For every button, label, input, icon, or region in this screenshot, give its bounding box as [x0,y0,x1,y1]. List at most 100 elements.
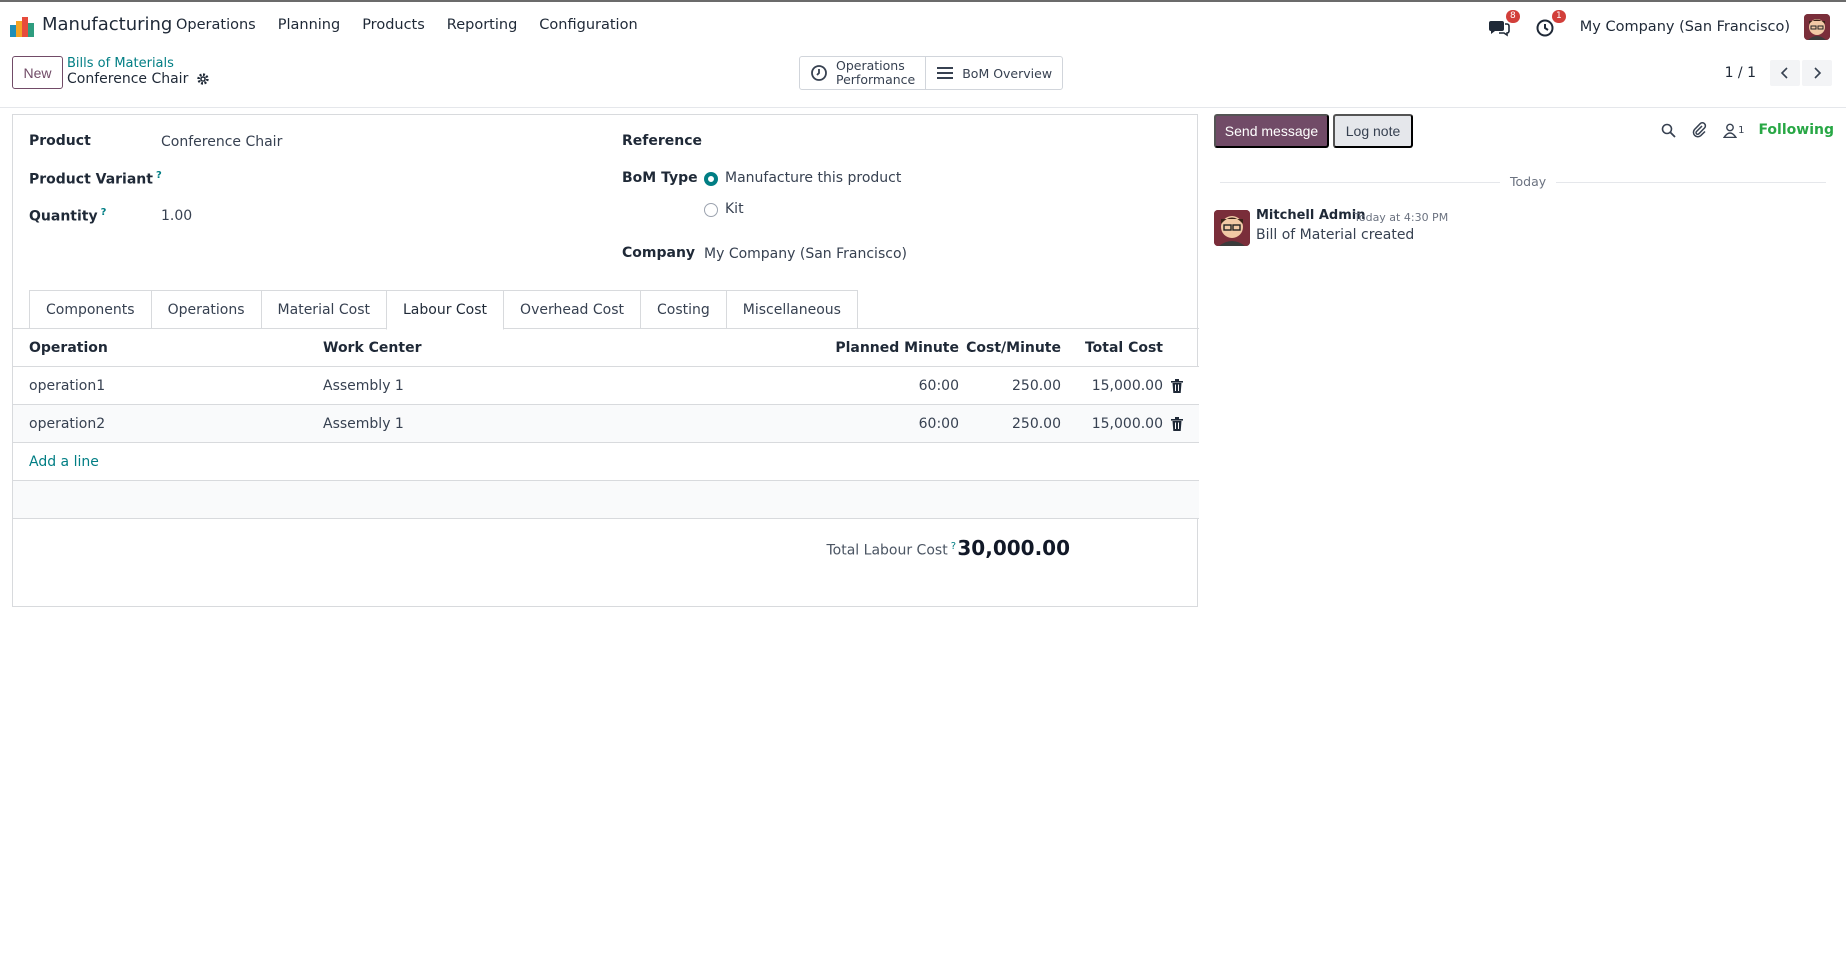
log-note-button[interactable]: Log note [1333,114,1413,148]
pager-next-button[interactable] [1802,60,1832,86]
cell-planned-minute: 60:00 [918,378,959,394]
chevron-left-icon [1780,67,1788,79]
notebook-tabs: Components Operations Material Cost Labo… [29,290,858,330]
date-label: Today [1500,174,1557,189]
add-line-row: Add a line [13,443,1199,481]
smart-bom-label: BoM Overview [962,65,1053,81]
col-operation[interactable]: Operation [29,340,108,356]
message-body: Bill of Material created [1256,227,1415,243]
menu-configuration[interactable]: Configuration [539,17,637,33]
user-icon [1723,123,1738,138]
messages-button[interactable]: 8 [1488,10,1520,38]
total-help-icon[interactable]: ? [951,541,956,552]
col-planned-minute[interactable]: Planned Minute [835,340,959,356]
company-field[interactable]: My Company (San Francisco) [704,246,907,262]
product-label: Product [29,133,91,149]
message-time: Today at 4:30 PM [1354,211,1449,224]
bom-type-kit-label[interactable]: Kit [725,201,744,217]
chatter-panel: Send message Log note 1 Following Today [1212,114,1834,614]
total-labour-cost-value: 30,000.00 [957,536,1070,560]
col-work-center[interactable]: Work Center [323,340,421,356]
tab-components[interactable]: Components [29,290,152,328]
smart-ops-line1: Operations [836,58,905,73]
control-panel: New Bills of Materials Conference Chair … [0,50,1846,108]
breadcrumb-current: Conference Chair [67,71,210,87]
quantity-help-icon[interactable]: ? [101,207,107,218]
bom-type-manufacture-label[interactable]: Manufacture this product [725,170,901,186]
list-icon [937,67,954,79]
messages-badge: 8 [1506,10,1520,23]
tab-costing[interactable]: Costing [640,290,727,328]
message-author[interactable]: Mitchell Admin [1256,208,1365,223]
new-button[interactable]: New [12,56,63,89]
quantity-field[interactable]: 1.00 [161,208,192,224]
cell-work-center: Assembly 1 [323,378,404,394]
following-button[interactable]: Following [1758,122,1834,138]
product-field[interactable]: Conference Chair [161,134,282,150]
quantity-label: Quantity? [29,207,107,225]
attachments-button[interactable] [1692,122,1707,138]
chevron-right-icon [1814,67,1822,79]
table-row[interactable]: operation1 Assembly 1 60:00 250.00 15,00… [13,367,1199,405]
menu-products[interactable]: Products [362,17,425,33]
tab-material-cost[interactable]: Material Cost [260,290,387,328]
followers-button[interactable]: 1 [1723,123,1744,138]
systray: 8 1 My Company (San Francisco) [1488,10,1830,40]
activities-badge: 1 [1552,10,1566,23]
author-avatar-icon [1214,210,1250,246]
pager-previous-button[interactable] [1770,60,1800,86]
record-title: Conference Chair [67,71,189,87]
pager-value[interactable]: 1 / 1 [1725,65,1756,81]
bom-type-manufacture-radio[interactable] [704,172,718,186]
trash-icon[interactable] [1171,417,1183,431]
cell-work-center: Assembly 1 [323,416,404,432]
bom-overview-button[interactable]: BoM Overview [925,57,1062,89]
menu-reporting[interactable]: Reporting [447,17,518,33]
company-switcher[interactable]: My Company (San Francisco) [1580,19,1790,35]
tab-labour-cost[interactable]: Labour Cost [386,290,505,330]
user-avatar[interactable] [1804,14,1830,40]
pager: 1 / 1 [1725,60,1832,86]
labour-table-header: Operation Work Center Planned Minute Cos… [13,329,1199,367]
message-author-avatar[interactable] [1214,210,1250,246]
product-variant-field[interactable] [161,170,581,190]
app-name[interactable]: Manufacturing [42,14,172,35]
cell-cost-minute: 250.00 [1012,378,1061,394]
user-avatar-icon [1804,14,1830,40]
bom-type-kit-radio[interactable] [704,203,718,217]
breadcrumb-bills-of-materials[interactable]: Bills of Materials [67,56,174,71]
operations-performance-button[interactable]: Operations Performance [800,57,925,89]
chatter-tools: 1 Following [1645,122,1834,138]
company-label: Company [622,245,696,261]
cell-operation: operation2 [29,416,106,432]
gear-icon[interactable] [196,72,210,86]
table-row[interactable]: operation2 Assembly 1 60:00 250.00 15,00… [13,405,1199,443]
paperclip-icon [1692,122,1707,138]
product-variant-label: Product Variant? [29,170,162,188]
smart-buttons: Operations Performance BoM Overview [799,56,1064,90]
activities-button[interactable]: 1 [1534,10,1566,38]
col-total-cost[interactable]: Total Cost [1085,340,1163,356]
reference-label: Reference [622,133,703,149]
add-line-link[interactable]: Add a line [29,454,99,470]
reference-field[interactable] [704,133,1184,153]
cell-cost-minute: 250.00 [1012,416,1061,432]
followers-count: 1 [1738,124,1745,136]
top-navbar: Manufacturing Operations Planning Produc… [0,0,1846,50]
tab-overhead-cost[interactable]: Overhead Cost [503,290,642,328]
cell-planned-minute: 60:00 [918,416,959,432]
cell-operation: operation1 [29,378,106,394]
menu-planning[interactable]: Planning [278,17,340,33]
total-labour-cost-label: Total Labour Cost? [826,541,957,559]
menu-operations[interactable]: Operations [176,17,256,33]
search-messages-button[interactable] [1661,123,1676,138]
col-cost-minute[interactable]: Cost/Minute [966,340,1061,356]
manufacturing-app-icon[interactable] [10,17,34,37]
send-message-button[interactable]: Send message [1214,114,1329,148]
tab-operations[interactable]: Operations [150,290,262,328]
main-menu: Operations Planning Products Reporting C… [176,17,660,33]
clock-icon [811,65,827,81]
tab-miscellaneous[interactable]: Miscellaneous [725,290,858,328]
cell-total-cost: 15,000.00 [1091,378,1163,394]
trash-icon[interactable] [1171,379,1183,393]
